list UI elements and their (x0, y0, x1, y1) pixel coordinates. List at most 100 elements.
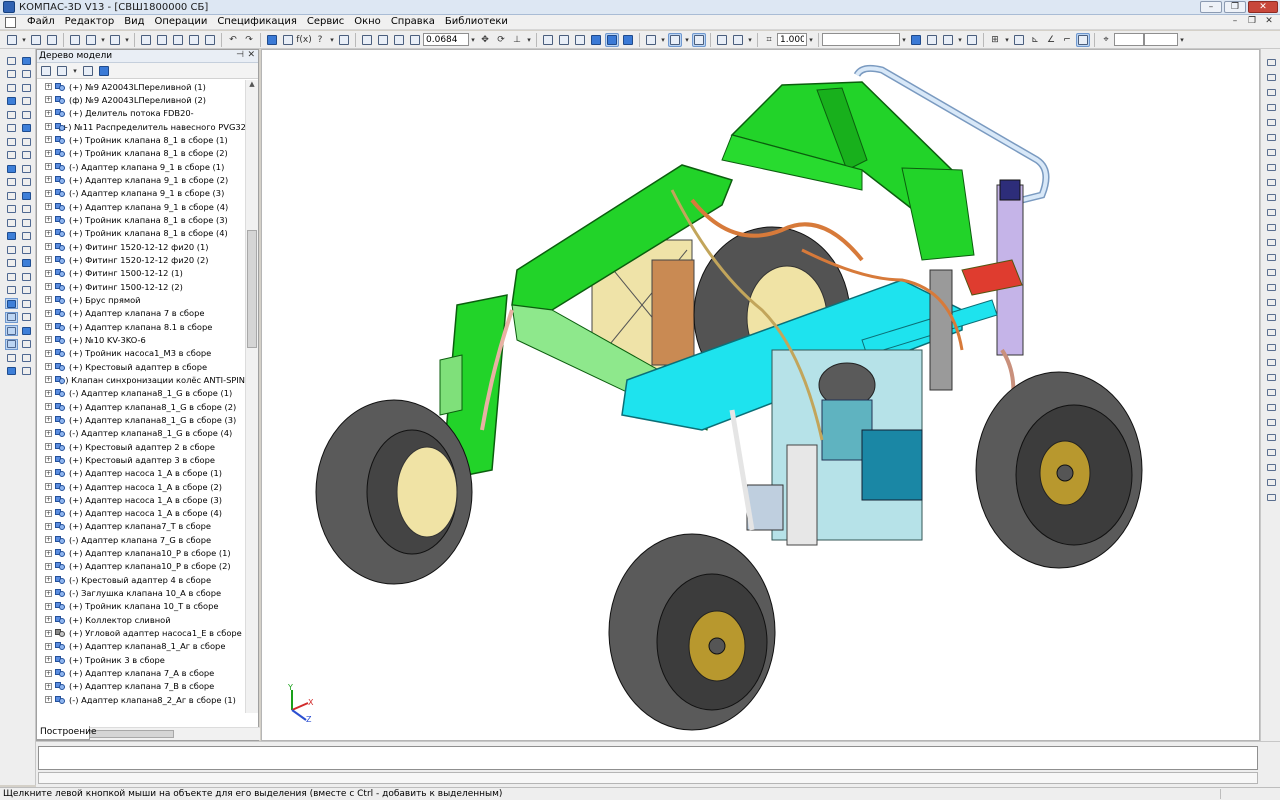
tree-item[interactable]: + (+) №10 KV-3KO-6 (37, 333, 245, 346)
hidden-lines-icon[interactable] (557, 33, 571, 47)
expand-icon[interactable]: + (45, 269, 52, 277)
compact-tool-icon[interactable] (5, 136, 18, 147)
compact-tool-icon[interactable] (20, 69, 33, 80)
compact-tool-icon[interactable] (20, 177, 33, 188)
expand-icon[interactable]: + (45, 496, 52, 504)
expand-icon[interactable]: + (45, 109, 52, 117)
maximize-button[interactable]: ❐ (1224, 1, 1246, 13)
expand-icon[interactable]: + (45, 349, 52, 357)
zoom-window-icon[interactable] (408, 33, 422, 47)
tree-item[interactable]: + (-) Адаптер клапана 7_G в сборе (37, 533, 245, 546)
print-icon[interactable] (68, 33, 82, 47)
expand-icon[interactable]: + (45, 296, 52, 304)
library-icon[interactable] (203, 33, 217, 47)
expand-icon[interactable]: + (45, 469, 52, 477)
view-tool-icon[interactable] (1265, 282, 1277, 293)
new-file-icon[interactable] (5, 33, 19, 47)
compact-tool-icon[interactable] (20, 96, 33, 107)
compact-tool-icon[interactable] (20, 231, 33, 242)
view-tool-icon[interactable] (1265, 327, 1277, 338)
expand-icon[interactable]: + (45, 163, 52, 171)
tree-item[interactable]: + (-) Клапан синхронизации колёс ANTI-SPI… (37, 373, 245, 386)
perspective-icon[interactable] (621, 33, 635, 47)
view-tool-icon[interactable] (1265, 357, 1277, 368)
menu-libraries[interactable]: Библиотеки (440, 15, 513, 29)
compact-tool-icon[interactable] (5, 123, 18, 134)
open-file-icon[interactable] (29, 33, 43, 47)
view-tool-icon[interactable] (1265, 477, 1277, 488)
selection-filter-dropdown-icon[interactable]: ▾ (659, 36, 667, 44)
compact-tool-icon[interactable] (5, 231, 18, 242)
function-icon[interactable]: f(x) (296, 33, 312, 47)
tree-item[interactable]: + (+) Адаптер клапана 7 в сборе (37, 307, 245, 320)
compact-tool-icon[interactable] (20, 136, 33, 147)
tree-item[interactable]: + (+) Крестовый адаптер 2 в сборе (37, 440, 245, 453)
expand-icon[interactable]: + (45, 576, 52, 584)
tree-item[interactable]: + (+) Адаптер клапана10_Р в сборе (2) (37, 560, 245, 573)
compact-tool-icon[interactable] (20, 82, 33, 93)
compact-tool-icon[interactable] (5, 109, 18, 120)
tool-a-dropdown-icon[interactable]: ▾ (956, 36, 964, 44)
compact-tool-icon[interactable] (5, 204, 18, 215)
tree-item[interactable]: + (+) Адаптер насоса 1_А в сборе (2) (37, 480, 245, 493)
tree-item[interactable]: + (+) Адаптер клапана 7_А в сборе (37, 666, 245, 679)
panel-close-icon[interactable]: ✕ (247, 50, 255, 60)
tree-item[interactable]: + (+) Крестовый адаптер 3 в сборе (37, 453, 245, 466)
zoom-in-icon[interactable] (376, 33, 390, 47)
compact-tool-icon[interactable] (20, 109, 33, 120)
menu-editor[interactable]: Редактор (60, 15, 120, 29)
compact-tool-icon[interactable] (5, 55, 18, 66)
tree-item[interactable]: + (+) Адаптер насоса 1_А в сборе (1) (37, 467, 245, 480)
tree-filter-dropdown-icon[interactable]: ▾ (71, 67, 79, 75)
compact-tool-icon[interactable] (20, 339, 33, 350)
expand-icon[interactable]: + (45, 602, 52, 610)
view-tool-icon[interactable] (1265, 402, 1277, 413)
tree-item[interactable]: + (+) Тройник клапана 8_1 в сборе (4) (37, 227, 245, 240)
compact-tool-icon[interactable] (20, 55, 33, 66)
zoom-fit-icon[interactable] (360, 33, 374, 47)
menu-file[interactable]: Файл (22, 15, 60, 29)
cursor-icon[interactable]: ⌖ (1099, 33, 1113, 47)
expand-icon[interactable]: + (45, 96, 52, 104)
format-icon[interactable] (187, 33, 201, 47)
shaded-edges-icon[interactable] (605, 32, 619, 47)
view-tool-icon[interactable] (1265, 297, 1277, 308)
zoom-out-icon[interactable] (392, 33, 406, 47)
compact-tool-icon[interactable] (5, 217, 18, 228)
tree-item[interactable]: + (-) Адаптер клапана8_2_Аг в сборе (1) (37, 693, 245, 706)
compact-tool-icon[interactable] (5, 352, 18, 363)
compact-tool-icon[interactable] (5, 258, 18, 269)
tree-item[interactable]: + (+) Фитинг 1520-12-12 фи20 (1) (37, 240, 245, 253)
compact-tool-icon[interactable] (20, 366, 33, 377)
compact-tool-icon[interactable] (5, 150, 18, 161)
view-tool-icon[interactable] (1265, 237, 1277, 248)
tree-item[interactable]: + (+) Адаптер клапана 7_В в сборе (37, 680, 245, 693)
filter-icon[interactable] (337, 33, 351, 47)
section-icon[interactable] (715, 33, 729, 47)
tree-item[interactable]: + (+) Тройник клапана 10_Т в сборе (37, 600, 245, 613)
new-file-dropdown-icon[interactable]: ▾ (20, 36, 28, 44)
coord-dropdown-icon[interactable]: ▾ (1178, 36, 1186, 44)
tree-display-icon[interactable] (98, 65, 110, 77)
compact-tool-icon[interactable] (20, 204, 33, 215)
view-tool-icon[interactable] (1265, 222, 1277, 233)
menu-view[interactable]: Вид (119, 15, 149, 29)
variables-icon[interactable] (281, 33, 295, 47)
compact-tool-icon[interactable] (20, 325, 33, 336)
expand-icon[interactable]: + (45, 123, 52, 131)
tree-item[interactable]: + (-) Заглушка клапана 10_А в сборе (37, 586, 245, 599)
thin-lines-icon[interactable] (573, 33, 587, 47)
selection-filter-icon[interactable] (644, 33, 658, 47)
expand-icon[interactable]: + (45, 403, 52, 411)
document-icon[interactable] (5, 16, 16, 28)
expand-icon[interactable]: + (45, 283, 52, 291)
expand-icon[interactable]: + (45, 536, 52, 544)
tree-item[interactable]: + (+) Брус прямой (37, 293, 245, 306)
tree-filter-icon[interactable] (56, 65, 68, 77)
view-tool-icon[interactable] (1265, 87, 1277, 98)
cut-icon[interactable] (139, 33, 153, 47)
tree-item[interactable]: + (+) Адаптер клапана10_Р в сборе (1) (37, 546, 245, 559)
compact-tool-icon[interactable] (5, 244, 18, 255)
scale-icon[interactable]: ⌗ (762, 33, 776, 47)
tree-item[interactable]: + (ф) №9 A20043LПереливной (2) (37, 93, 245, 106)
